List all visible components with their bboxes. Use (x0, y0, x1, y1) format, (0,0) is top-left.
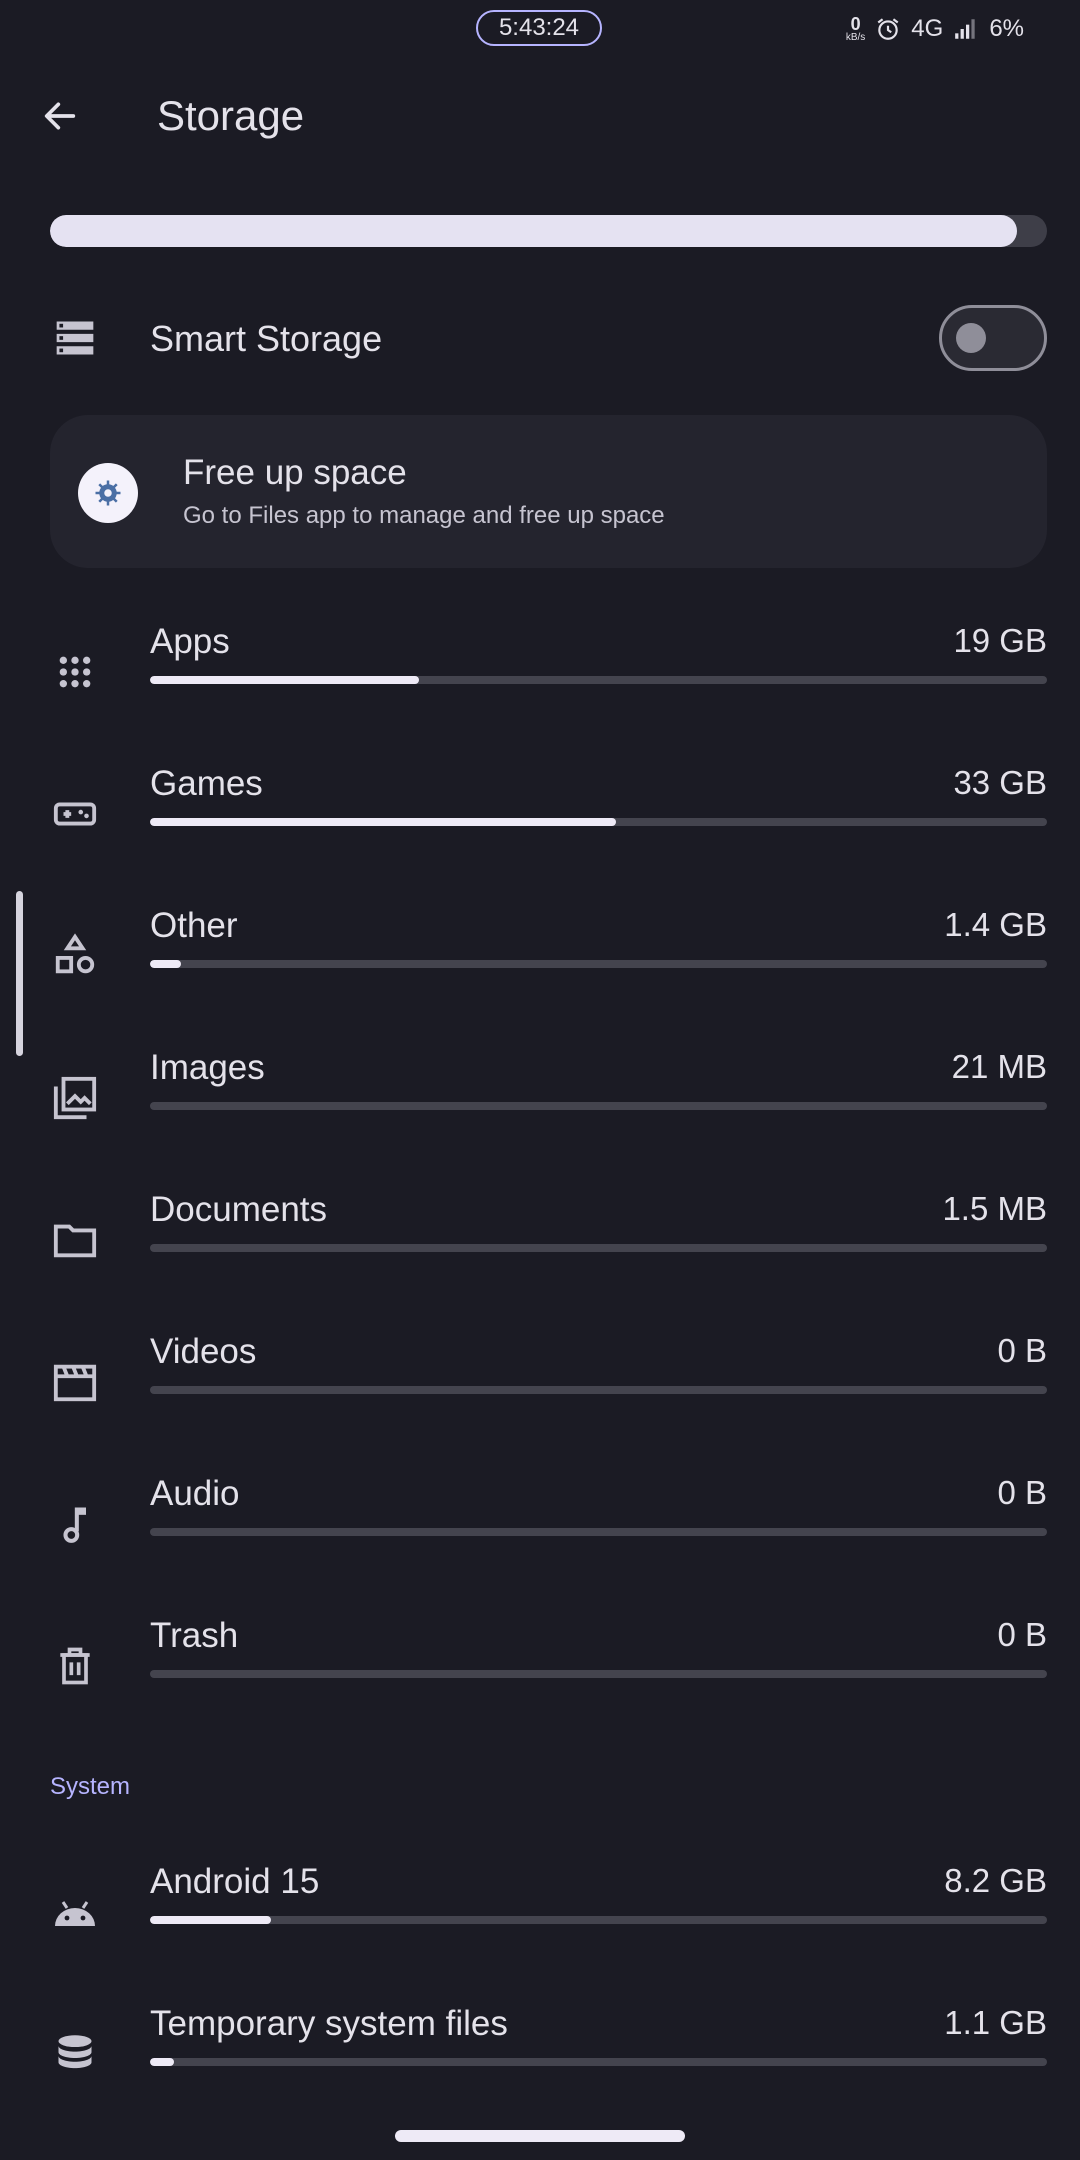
category-size: 19 GB (953, 622, 1047, 659)
category-row-audio[interactable]: Audio 0 B (0, 1472, 1080, 1614)
category-size: 0 B (997, 1332, 1047, 1369)
category-bar (150, 1244, 1047, 1252)
android-icon (45, 1882, 105, 1942)
category-size: 0 B (997, 1616, 1047, 1653)
category-row-documents[interactable]: Documents 1.5 MB (0, 1188, 1080, 1330)
toggle-knob (956, 323, 986, 353)
system-section-header: System (50, 1773, 131, 1800)
free-up-space-card[interactable]: Free up space Go to Files app to manage … (50, 415, 1047, 568)
system-item-bar (150, 1916, 1047, 1924)
total-storage-fill (50, 215, 1018, 247)
category-label: Images (150, 1048, 265, 1087)
trash-icon (45, 1636, 105, 1696)
page-title: Storage (157, 92, 305, 139)
category-row-videos[interactable]: Videos 0 B (0, 1330, 1080, 1472)
category-row-other[interactable]: Other 1.4 GB (0, 904, 1080, 1046)
shapes-icon (45, 926, 105, 986)
free-up-subtitle: Go to Files app to manage and free up sp… (183, 502, 665, 529)
category-bar (150, 960, 1047, 968)
movie-icon (45, 1352, 105, 1412)
category-size: 1.4 GB (944, 906, 1047, 943)
net-speed-value: 0 (850, 14, 861, 34)
signal-icon (953, 16, 979, 42)
category-bar-fill (150, 676, 420, 684)
system-row-android[interactable]: Android 15 8.2 GB (0, 1860, 1080, 2002)
category-size: 21 MB (951, 1048, 1047, 1085)
category-row-trash[interactable]: Trash 0 B (0, 1614, 1080, 1756)
category-label: Videos (150, 1332, 257, 1371)
status-bar: 5:43:24 0 kB/s 4G 6% (0, 0, 1080, 58)
system-item-bar-fill (150, 2058, 175, 2066)
category-row-images[interactable]: Images 21 MB (0, 1046, 1080, 1188)
category-label: Audio (150, 1474, 240, 1513)
category-bar (150, 1102, 1047, 1110)
database-icon (45, 2024, 105, 2084)
free-up-title: Free up space (183, 453, 407, 492)
arrow-back-icon (40, 96, 80, 136)
category-bar (150, 1386, 1047, 1394)
category-bar (150, 676, 1047, 684)
category-label: Other (150, 906, 238, 945)
gesture-nav-handle[interactable] (395, 2130, 685, 2142)
top-app-bar: Storage (0, 70, 1080, 162)
category-label: Games (150, 764, 263, 803)
category-row-apps[interactable]: Apps 19 GB (0, 620, 1080, 762)
total-storage-bar (50, 215, 1047, 247)
category-size: 33 GB (953, 764, 1047, 801)
system-item-size: 1.1 GB (944, 2004, 1047, 2041)
category-bar (150, 818, 1047, 826)
apps-grid-icon (45, 642, 105, 702)
alarm-icon (875, 16, 901, 42)
battery-level: 6% (989, 15, 1024, 42)
smart-storage-label: Smart Storage (150, 318, 383, 359)
category-bar (150, 1528, 1047, 1536)
smart-storage-toggle[interactable] (939, 305, 1047, 371)
system-item-size: 8.2 GB (944, 1862, 1047, 1899)
scrollbar-thumb[interactable] (16, 891, 23, 1056)
net-speed-unit: kB/s (845, 32, 866, 43)
category-size: 1.5 MB (942, 1190, 1047, 1227)
network-type: 4G (911, 15, 944, 42)
music-note-icon (45, 1494, 105, 1554)
status-icons: 0 kB/s 4G 6% (846, 12, 1024, 46)
category-label: Apps (150, 622, 230, 661)
storage-icon (45, 308, 105, 368)
category-bar-fill (150, 818, 617, 826)
system-item-label: Temporary system files (150, 2004, 508, 2043)
category-bar (150, 1670, 1047, 1678)
system-item-label: Android 15 (150, 1862, 320, 1901)
category-row-games[interactable]: Games 33 GB (0, 762, 1080, 904)
system-item-bar-fill (150, 1916, 272, 1924)
back-button[interactable] (34, 90, 86, 142)
net-speed: 0 kB/s (846, 15, 865, 43)
gamepad-icon (45, 784, 105, 844)
status-clock: 5:43:24 (476, 10, 602, 46)
folder-icon (45, 1210, 105, 1270)
system-item-bar (150, 2058, 1047, 2066)
system-row-temp-files[interactable]: Temporary system files 1.1 GB (0, 2002, 1080, 2144)
files-app-icon (78, 463, 138, 523)
category-bar-fill (150, 960, 182, 968)
category-label: Trash (150, 1616, 239, 1655)
category-label: Documents (150, 1190, 328, 1229)
category-size: 0 B (997, 1474, 1047, 1511)
images-icon (45, 1068, 105, 1128)
